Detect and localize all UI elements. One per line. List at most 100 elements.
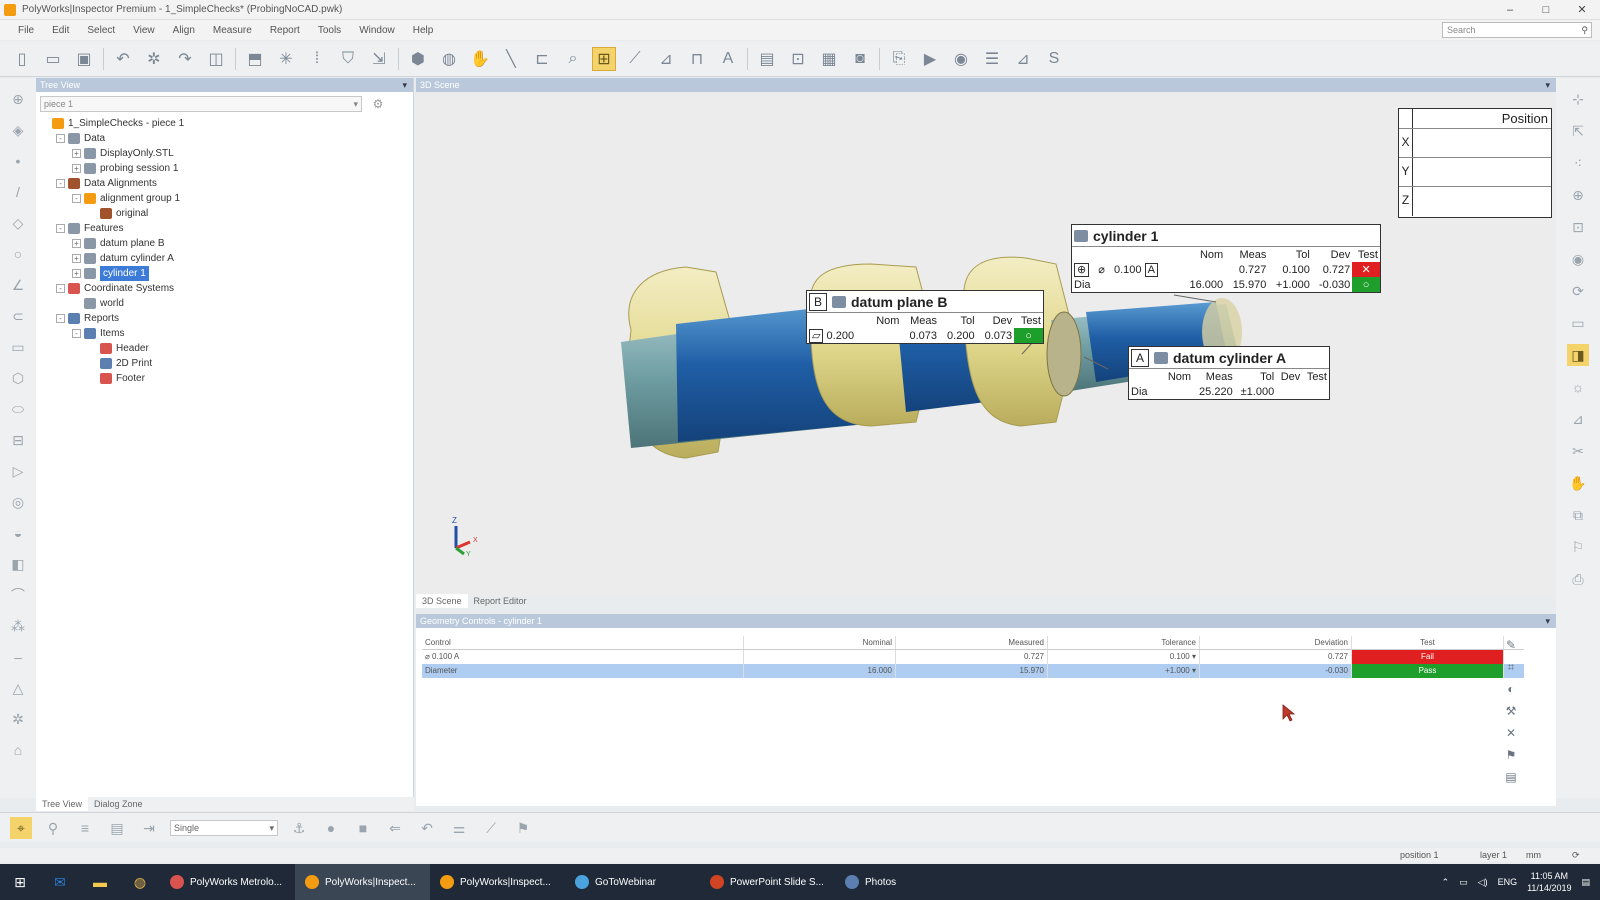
collapse-icon[interactable]: -: [56, 179, 65, 188]
tree-node[interactable]: + DisplayOnly.STL: [40, 146, 413, 161]
list-settings-icon[interactable]: ☰: [980, 47, 1004, 71]
angle-tool-icon[interactable]: ∠: [7, 274, 29, 296]
menu-view[interactable]: View: [133, 25, 155, 36]
clock[interactable]: 11:05 AM 11/14/2019: [1527, 870, 1571, 894]
grid-points-icon[interactable]: ⁞: [305, 47, 329, 71]
acquisition-mode-select[interactable]: Single ▾: [170, 819, 278, 836]
menu-window[interactable]: Window: [359, 25, 395, 36]
text-tool-icon[interactable]: A: [716, 47, 740, 71]
tab-report-editor[interactable]: Report Editor: [468, 594, 533, 608]
measure-tool-icon[interactable]: ⊏: [530, 47, 554, 71]
tree-node[interactable]: 2D Print: [40, 356, 413, 371]
polygon-tool-icon[interactable]: ⬡: [7, 367, 29, 389]
col-test[interactable]: Test: [1352, 636, 1504, 649]
tree-node[interactable]: - Data Alignments: [40, 176, 413, 191]
cone-feature-icon[interactable]: ▷: [7, 460, 29, 482]
camera-icon[interactable]: ◙: [848, 47, 872, 71]
file-explorer-icon[interactable]: ▬: [80, 864, 120, 900]
gear-icon[interactable]: ✲: [7, 708, 29, 730]
flag-icon[interactable]: ⚑: [1502, 748, 1520, 770]
tolerance-cell[interactable]: 0.100 ▾: [1048, 650, 1200, 664]
slot-tool-icon[interactable]: ⊂: [7, 305, 29, 327]
layer-selector[interactable]: layer 1: [1480, 848, 1507, 862]
tab-dialog-zone[interactable]: Dialog Zone: [88, 797, 149, 811]
taskbar-item[interactable]: GoToWebinar: [565, 864, 700, 900]
language-indicator[interactable]: ENG: [1498, 877, 1518, 887]
col-tolerance[interactable]: Tolerance: [1048, 636, 1200, 649]
windows-start-icon[interactable]: ⊞: [0, 864, 40, 900]
minimize-button[interactable]: –: [1492, 0, 1528, 20]
snapshot-icon[interactable]: ◫: [204, 47, 228, 71]
collapse-icon[interactable]: -: [56, 284, 65, 293]
document-icon[interactable]: ▤: [106, 817, 128, 839]
tree-node[interactable]: + probing session 1: [40, 161, 413, 176]
color-icon[interactable]: ◐: [1502, 682, 1520, 704]
tab-3d-scene[interactable]: 3D Scene: [416, 594, 468, 608]
hand-icon[interactable]: ✋: [468, 47, 492, 71]
notifications-icon[interactable]: ▤: [1581, 877, 1590, 888]
stop-button-icon[interactable]: ■: [352, 817, 374, 839]
monitor-icon[interactable]: ▭: [1567, 312, 1589, 334]
taskbar-item[interactable]: PolyWorks Metrolo...: [160, 864, 295, 900]
record-icon[interactable]: ◉: [949, 47, 973, 71]
refresh-icon[interactable]: ⟳: [1572, 848, 1580, 862]
history-icon[interactable]: ✲: [142, 47, 166, 71]
collapse-icon[interactable]: -: [56, 314, 65, 323]
probe-icon[interactable]: ✳: [274, 47, 298, 71]
tree-node[interactable]: - Features: [40, 221, 413, 236]
shield-icon[interactable]: ⛉: [336, 47, 360, 71]
table-row[interactable]: Diameter 16.000 15.970 +1.000 ▾ -0.030 P…: [422, 664, 1524, 678]
part-model[interactable]: [416, 92, 1556, 596]
maximize-button[interactable]: □: [1528, 0, 1564, 20]
point-tool-icon[interactable]: •: [7, 150, 29, 172]
chart-icon[interactable]: ⊿: [1011, 47, 1035, 71]
col-control[interactable]: Control: [422, 636, 744, 649]
taskbar-item[interactable]: PowerPoint Slide S...: [700, 864, 835, 900]
tree-node[interactable]: world: [40, 296, 413, 311]
section-icon[interactable]: ⊿: [1567, 408, 1589, 430]
pan-hand-icon[interactable]: ✋: [1567, 472, 1589, 494]
tree-node[interactable]: Footer: [40, 371, 413, 386]
plane-feature-icon[interactable]: ◇: [7, 212, 29, 234]
table-row[interactable]: ⌀ 0.100 A 0.727 0.100 ▾ 0.727 Fail: [422, 650, 1524, 664]
tree-node[interactable]: - Coordinate Systems: [40, 281, 413, 296]
scan-icon[interactable]: ⚌: [448, 817, 470, 839]
scene-viewport[interactable]: Position X Y Z cylinder 1 Nom Meas Tol D…: [416, 92, 1556, 596]
screenshot-icon[interactable]: ⎙: [1567, 568, 1589, 590]
tree-node[interactable]: 1_SimpleChecks - piece 1: [40, 116, 413, 131]
line-tool-icon[interactable]: ╲: [499, 47, 523, 71]
play-icon[interactable]: ▶: [918, 47, 942, 71]
tree-node[interactable]: + datum cylinder A: [40, 251, 413, 266]
properties-icon[interactable]: ▤: [1502, 770, 1520, 792]
volume-icon[interactable]: ◁): [1478, 877, 1488, 888]
undo-icon[interactable]: ↶: [111, 47, 135, 71]
tag-icon[interactable]: ⌗: [1502, 660, 1520, 682]
zoom-icon[interactable]: ⌕: [561, 47, 585, 71]
menu-align[interactable]: Align: [173, 25, 195, 36]
piece-settings-icon[interactable]: ⚙: [368, 97, 388, 113]
report-icon[interactable]: ⊡: [786, 47, 810, 71]
line-feature-icon[interactable]: /: [7, 181, 29, 203]
expand-icon[interactable]: +: [72, 269, 81, 278]
clipboard-icon[interactable]: ▤: [755, 47, 779, 71]
menu-file[interactable]: File: [18, 25, 34, 36]
wrench-icon[interactable]: ⚒: [1502, 704, 1520, 726]
record-button-icon[interactable]: ●: [320, 817, 342, 839]
expand-icon[interactable]: +: [72, 239, 81, 248]
control-cell[interactable]: ⌀ 0.100 A: [422, 650, 744, 664]
tree-node[interactable]: - Items: [40, 326, 413, 341]
probe-flag-icon[interactable]: ⚑: [512, 817, 534, 839]
menu-edit[interactable]: Edit: [52, 25, 69, 36]
probe-mode-icon[interactable]: ⌖: [10, 816, 32, 839]
probe-tip-icon[interactable]: ⚓: [288, 817, 310, 839]
building-icon[interactable]: ⌂: [7, 739, 29, 761]
tree-node[interactable]: original: [40, 206, 413, 221]
feature-tool-icon[interactable]: ◈: [7, 119, 29, 141]
ellipse-tool-icon[interactable]: ⬭: [7, 398, 29, 420]
tree-node[interactable]: - alignment group 1: [40, 191, 413, 206]
view-icon[interactable]: ◉: [1567, 248, 1589, 270]
rotate-icon[interactable]: ⟳: [1567, 280, 1589, 302]
script-icon[interactable]: S: [1042, 47, 1066, 71]
export-icon[interactable]: ⎘: [887, 47, 911, 71]
tree-node[interactable]: - Data: [40, 131, 413, 146]
